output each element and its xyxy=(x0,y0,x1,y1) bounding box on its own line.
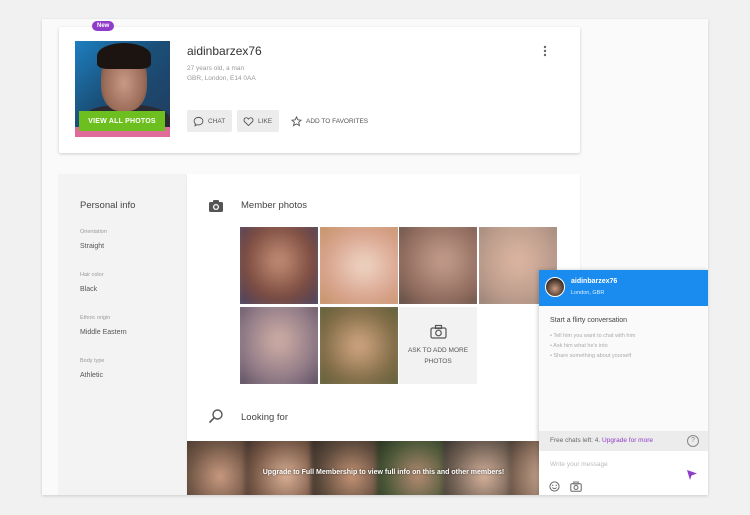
chat-location: London, GBR xyxy=(571,290,605,296)
ethnic-origin-value: Middle Eastern xyxy=(80,329,127,336)
like-button-label: LIKE xyxy=(258,117,273,125)
main-content-panel: Member photos ASK TO ADD MORE PHOTOS Look… xyxy=(187,174,580,495)
chat-start-title: Start a flirty conversation xyxy=(550,317,628,324)
upgrade-link[interactable]: Upgrade for more xyxy=(602,437,653,444)
ethnic-origin-label: Ethnic origin xyxy=(80,315,111,321)
chat-username: aidinbarzex76 xyxy=(571,278,618,285)
attach-photo-icon[interactable] xyxy=(570,481,582,492)
chat-button-label: CHAT xyxy=(208,117,226,125)
emoji-icon[interactable] xyxy=(549,481,560,492)
chat-tip: • Share something about yourself xyxy=(550,353,632,359)
profile-age: 27 years old, a man xyxy=(187,65,245,72)
hair-color-value: Black xyxy=(80,286,98,293)
profile-card: New VIEW ALL PHOTOS aidinbarzex76 27 yea… xyxy=(59,21,580,153)
member-photo[interactable] xyxy=(399,227,477,304)
chat-header[interactable]: aidinbarzex76 London, GBR xyxy=(539,270,708,306)
camera-outline-icon xyxy=(429,324,447,339)
hair-color-label: Hair color xyxy=(80,272,104,278)
chat-button[interactable]: CHAT xyxy=(187,110,232,132)
help-icon[interactable]: ? xyxy=(687,435,699,447)
free-chats-bar: Free chats left: 4. Upgrade for more ? xyxy=(539,431,708,451)
chat-tip: • Ask him what he's into xyxy=(550,343,608,349)
member-photo[interactable] xyxy=(240,227,318,304)
ask-label-line1: ASK TO ADD MORE xyxy=(407,347,469,354)
profile-location: GBR, London, E14 0AA xyxy=(187,75,256,82)
chat-bubble-icon xyxy=(193,116,204,127)
upgrade-overlay-text[interactable]: Upgrade to Full Membership to view full … xyxy=(187,441,580,495)
ask-to-add-photos-button[interactable]: ASK TO ADD MORE PHOTOS xyxy=(399,307,477,384)
profile-username: aidinbarzex76 xyxy=(187,44,262,58)
more-options-icon[interactable] xyxy=(541,45,549,58)
favorites-label: ADD TO FAVORITES xyxy=(306,117,369,125)
heart-icon xyxy=(243,116,254,126)
looking-for-title: Looking for xyxy=(241,412,289,423)
like-button[interactable]: LIKE xyxy=(237,110,279,132)
add-to-favorites-button[interactable]: ADD TO FAVORITES xyxy=(285,110,375,132)
search-icon xyxy=(208,409,223,424)
orientation-value: Straight xyxy=(80,243,105,250)
new-badge: New xyxy=(92,21,115,31)
message-composer xyxy=(539,451,708,495)
star-icon xyxy=(291,115,302,126)
body-type-label: Body type xyxy=(80,358,105,364)
chat-tip: • Tell him you want to chat with him xyxy=(550,333,636,339)
profile-photo[interactable]: VIEW ALL PHOTOS xyxy=(75,41,170,137)
chat-widget: aidinbarzex76 London, GBR Start a flirty… xyxy=(539,270,708,495)
app-frame: New VIEW ALL PHOTOS aidinbarzex76 27 yea… xyxy=(42,19,708,495)
message-input[interactable] xyxy=(550,458,680,470)
view-all-photos-button[interactable]: VIEW ALL PHOTOS xyxy=(79,111,165,131)
orientation-label: Orientation xyxy=(80,229,107,235)
ask-label-line2: PHOTOS xyxy=(424,358,452,365)
looking-for-strip[interactable]: Upgrade to Full Membership to view full … xyxy=(187,441,580,495)
member-photo[interactable] xyxy=(320,307,398,384)
free-chats-text: Free chats left: 4. Upgrade for more xyxy=(550,437,653,444)
personal-info-panel: Personal info Orientation Straight Hair … xyxy=(59,174,187,495)
chat-avatar xyxy=(545,277,565,297)
personal-info-title: Personal info xyxy=(80,200,136,211)
camera-icon xyxy=(209,200,223,212)
send-icon[interactable] xyxy=(686,469,698,481)
member-photos-title: Member photos xyxy=(241,200,308,211)
member-photo[interactable] xyxy=(320,227,398,304)
body-type-value: Athletic xyxy=(80,372,103,379)
member-photo[interactable] xyxy=(240,307,318,384)
